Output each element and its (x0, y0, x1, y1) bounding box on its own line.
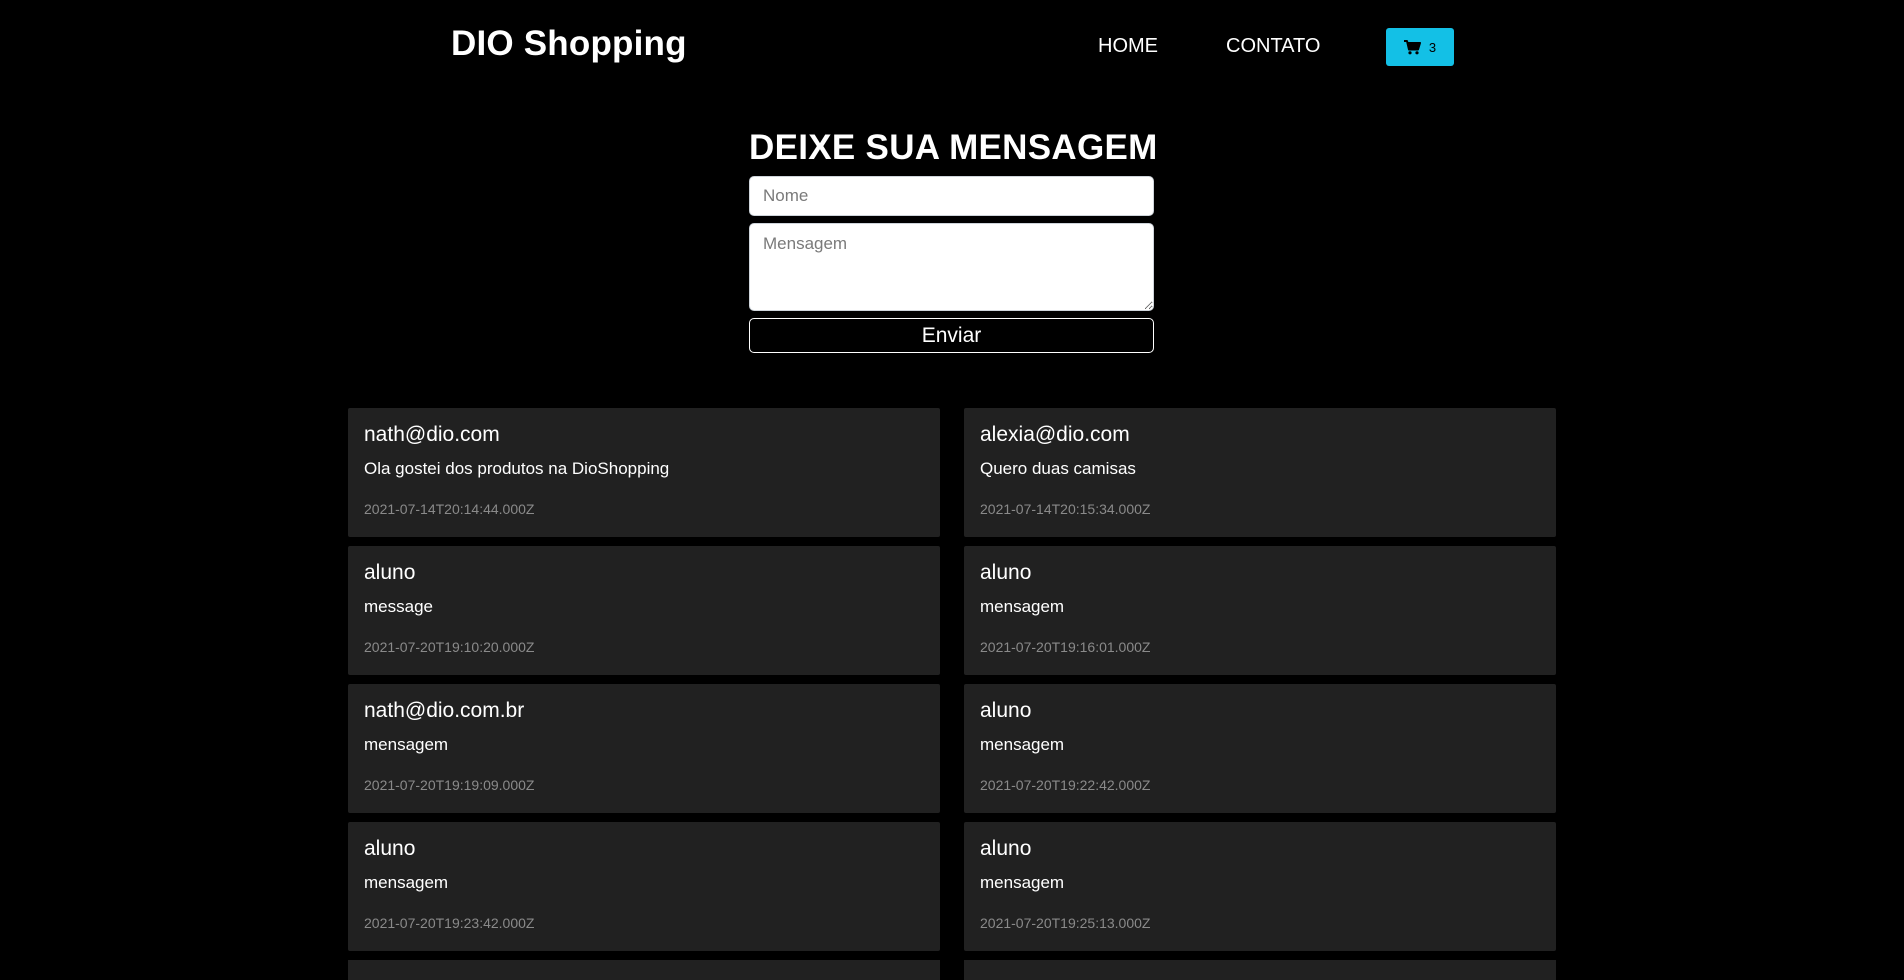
message-text: mensagem (364, 873, 449, 892)
message-date: 2021-07-20T19:19:09.000Z (364, 777, 535, 793)
message-date: 2021-07-20T19:16:01.000Z (980, 639, 1151, 655)
message-author: aluno (980, 699, 1032, 722)
cart-icon (1403, 39, 1421, 55)
message-text: message (364, 597, 433, 616)
message-date: 2021-07-14T20:15:34.000Z (980, 501, 1151, 517)
navbar: DIO Shopping HOME CONTATO 3 (0, 0, 1904, 94)
message-card: aluno mensagem 2021-07-20T19:23:42.000Z (348, 822, 940, 951)
message-text: mensagem (364, 735, 449, 754)
message-card (348, 960, 940, 980)
message-text: mensagem (980, 873, 1065, 892)
message-card: nath@dio.com Ola gostei dos produtos na D… (348, 408, 940, 537)
message-date: 2021-07-20T19:22:42.000Z (980, 777, 1151, 793)
message-card: aluno mensagem 2021-07-20T19:16:01.000Z (964, 546, 1556, 675)
cart-count: 3 (1428, 39, 1437, 55)
message-card: nath@dio.com.br mensagem 2021-07-20T19:19:… (348, 684, 940, 813)
message-card: aluno message 2021-07-20T19:10:20.000Z (348, 546, 940, 675)
message-author: aluno (364, 561, 416, 584)
name-input[interactable] (749, 176, 1154, 216)
message-text: mensagem (980, 597, 1065, 616)
message-card: aluno mensagem 2021-07-20T19:25:13.000Z (964, 822, 1556, 951)
message-author: aluno (364, 837, 416, 860)
message-author: nath@dio.com.br (364, 699, 525, 722)
message-card: alexia@dio.com Quero duas camisas 2021-07-… (964, 408, 1556, 537)
message-textarea[interactable] (749, 223, 1154, 311)
message-author: aluno (980, 837, 1032, 860)
brand-logo[interactable]: DIO Shopping (451, 24, 687, 64)
cart-button[interactable]: 3 (1386, 28, 1454, 66)
message-card: aluno mensagem 2021-07-20T19:22:42.000Z (964, 684, 1556, 813)
message-date: 2021-07-20T19:23:42.000Z (364, 915, 535, 931)
message-text: Ola gostei dos produtos na DioShopping (364, 459, 670, 478)
message-date: 2021-07-20T19:10:20.000Z (364, 639, 535, 655)
message-author: aluno (980, 561, 1032, 584)
message-author: nath@dio.com (364, 423, 500, 446)
nav-link-home[interactable]: HOME (1098, 35, 1158, 58)
form-title: DEIXE SUA MENSAGEM (749, 128, 1158, 167)
message-text: Quero duas camisas (980, 459, 1136, 478)
message-date: 2021-07-20T19:25:13.000Z (980, 915, 1151, 931)
messages-list: nath@dio.com Ola gostei dos produtos na D… (348, 408, 1556, 980)
contact-form: DEIXE SUA MENSAGEM Enviar (749, 128, 1158, 353)
message-card (964, 960, 1556, 980)
message-date: 2021-07-14T20:14:44.000Z (364, 501, 535, 517)
message-text: mensagem (980, 735, 1065, 754)
send-button[interactable]: Enviar (749, 318, 1154, 353)
message-author: alexia@dio.com (980, 423, 1130, 446)
nav-link-contato[interactable]: CONTATO (1226, 35, 1320, 58)
